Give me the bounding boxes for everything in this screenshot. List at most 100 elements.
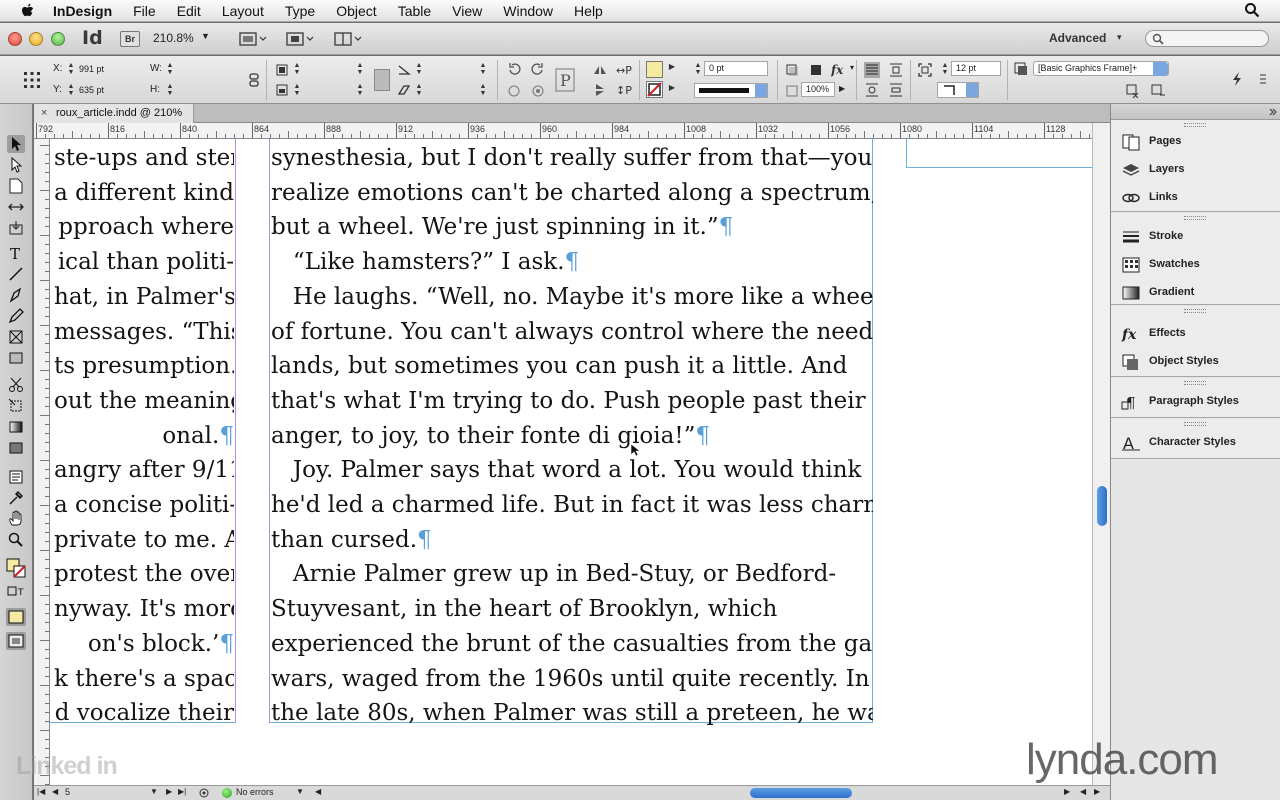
panel-grip[interactable] — [1184, 123, 1206, 127]
panel-pages[interactable]: Pages — [1111, 128, 1280, 156]
panel-links[interactable]: Links — [1111, 184, 1280, 212]
clear-non-style-attributes-icon[interactable] — [1150, 83, 1166, 99]
effects-icon[interactable]: fx — [830, 62, 849, 78]
fill-shadow-icon[interactable] — [808, 62, 824, 78]
menu-app-name[interactable]: InDesign — [53, 3, 112, 19]
apple-icon[interactable] — [19, 2, 37, 20]
y-stepper[interactable]: ▲ ▼ — [67, 83, 75, 98]
reference-point-icon[interactable] — [22, 70, 42, 90]
rotation-dropdown[interactable]: ▲ ▼ — [479, 62, 487, 77]
rotate-ccw-icon[interactable] — [530, 61, 546, 77]
scroll-right-end-icon[interactable]: ▶ — [1094, 787, 1100, 796]
text-wrap-jump-icon[interactable] — [888, 82, 904, 98]
opacity-dropdown-icon[interactable]: ▶ — [839, 84, 845, 93]
horizontal-ruler[interactable]: 792 816 840 864 888 912 936 960 984 1008 1032 1056 1… — [34, 123, 1092, 139]
rectangle-frame-tool-icon[interactable] — [7, 328, 25, 346]
right-column-text[interactable]: synesthesia, but I don't really suffer f… — [271, 141, 873, 731]
open-document-icon[interactable] — [198, 787, 210, 799]
x-stepper[interactable]: ▲ ▼ — [67, 62, 75, 77]
document-canvas[interactable]: ste-ups and sten-a different kind pproach… — [50, 139, 1092, 785]
preflight-status-text[interactable]: No errors — [236, 787, 274, 797]
first-page-icon[interactable]: |◀ — [37, 787, 45, 796]
content-collector-icon[interactable] — [7, 219, 25, 237]
zoom-tool-icon[interactable] — [7, 531, 25, 549]
next-page-icon[interactable]: ▶ — [166, 787, 172, 796]
menu-view[interactable]: View — [452, 3, 482, 19]
constrain-scale-icon[interactable] — [374, 69, 390, 91]
page-tool-icon[interactable] — [7, 177, 25, 195]
workspace-dropdown-icon[interactable]: ▾ — [1117, 32, 1122, 43]
menu-help[interactable]: Help — [574, 3, 603, 19]
corner-size-stepper[interactable]: ▲ ▼ — [941, 62, 949, 77]
rectangle-tool-icon[interactable] — [7, 349, 25, 367]
stroke-swatch[interactable] — [646, 81, 663, 98]
panel-grip[interactable] — [1184, 381, 1206, 385]
close-tab-icon[interactable]: × — [41, 107, 47, 119]
corner-options-icon[interactable] — [917, 62, 933, 78]
view-options-icon[interactable] — [238, 30, 268, 48]
eyedropper-tool-icon[interactable] — [7, 489, 25, 507]
scroll-left-icon[interactable]: ◀ — [315, 787, 321, 796]
gradient-swatch-tool-icon[interactable] — [7, 418, 25, 436]
flip-horizontal-icon[interactable] — [592, 62, 608, 78]
scale-y-dropdown[interactable]: ▲ ▼ — [356, 83, 364, 98]
zoom-window-button[interactable] — [51, 32, 65, 46]
last-page-icon[interactable]: ▶| — [178, 787, 186, 796]
panel-stroke[interactable]: Stroke — [1111, 223, 1280, 251]
scale-y-icon[interactable] — [274, 82, 290, 98]
scale-y-stepper[interactable]: ▲ ▼ — [293, 83, 301, 98]
quick-apply-icon[interactable] — [1229, 71, 1245, 87]
text-wrap-none-icon[interactable] — [864, 62, 880, 78]
bridge-button[interactable]: Br — [120, 31, 140, 47]
empty-graphics-frame[interactable] — [906, 139, 1092, 168]
note-tool-icon[interactable] — [7, 468, 25, 486]
pen-tool-icon[interactable] — [7, 286, 25, 304]
vertical-scroll-thumb[interactable] — [1097, 486, 1107, 526]
page-number-field[interactable]: 5 — [65, 787, 70, 797]
previous-page-icon[interactable]: ◀ — [52, 787, 58, 796]
effects-dropdown-icon[interactable]: ▾ — [850, 63, 854, 72]
fill-swatch[interactable] — [646, 61, 663, 78]
h-stepper[interactable]: ▲ ▼ — [166, 83, 174, 98]
flip-indicator-icon[interactable]: ↔P — [615, 62, 632, 78]
text-wrap-shape-icon[interactable] — [864, 82, 880, 98]
gap-tool-icon[interactable] — [7, 198, 25, 216]
panel-swatches[interactable]: Swatches — [1111, 251, 1280, 279]
rotation-angle-icon[interactable] — [396, 62, 412, 78]
text-wrap-bounding-icon[interactable] — [888, 62, 904, 78]
menu-window[interactable]: Window — [503, 3, 553, 19]
scroll-left-end-icon[interactable]: ◀ — [1080, 787, 1086, 796]
object-style-dropdown-icon[interactable] — [1153, 62, 1168, 76]
shear-dropdown[interactable]: ▲ ▼ — [479, 83, 487, 98]
formatting-affects-container-icon[interactable]: T — [7, 584, 25, 598]
panel-grip[interactable] — [1184, 422, 1206, 426]
gradient-feather-tool-icon[interactable] — [7, 439, 25, 457]
x-field[interactable]: 991 pt — [79, 64, 104, 74]
zoom-dropdown-icon[interactable]: ▼ — [201, 31, 210, 41]
rotation-stepper[interactable]: ▲ ▼ — [415, 62, 423, 77]
stroke-dropdown-icon[interactable]: ▶ — [668, 84, 676, 99]
menu-file[interactable]: File — [133, 3, 156, 19]
object-style-icon[interactable] — [1013, 61, 1029, 77]
selection-tool-icon[interactable] — [7, 135, 25, 153]
type-tool-icon[interactable]: T — [7, 244, 25, 263]
scale-x-dropdown[interactable]: ▲ ▼ — [356, 62, 364, 77]
select-previous-object-icon[interactable]: P — [555, 66, 577, 94]
fill-dropdown-icon[interactable]: ▶ — [668, 63, 676, 78]
rotate-cw-icon[interactable] — [506, 61, 522, 77]
panel-object-styles[interactable]: Object Styles — [1111, 348, 1280, 376]
corner-size-field[interactable]: 12 pt — [951, 61, 1001, 76]
flip-vertical-icon[interactable] — [592, 82, 608, 98]
menu-edit[interactable]: Edit — [177, 3, 201, 19]
shear-angle-icon[interactable] — [396, 82, 412, 98]
object-style-dropdown[interactable]: [Basic Graphics Frame]+ — [1033, 61, 1169, 76]
hand-tool-icon[interactable] — [7, 510, 25, 528]
panel-character-styles[interactable]: A Character Styles — [1111, 429, 1280, 457]
stroke-weight-field[interactable]: 0 pt — [704, 61, 768, 76]
vertical-ruler[interactable] — [34, 139, 50, 785]
left-column-text[interactable]: ste-ups and sten-a different kind pproach… — [54, 141, 234, 731]
clear-overrides-icon[interactable] — [1125, 83, 1141, 99]
panel-dock-header[interactable] — [1111, 104, 1280, 120]
collapse-panels-icon[interactable] — [1269, 108, 1277, 116]
workspace-switcher[interactable]: Advanced — [1049, 31, 1106, 45]
